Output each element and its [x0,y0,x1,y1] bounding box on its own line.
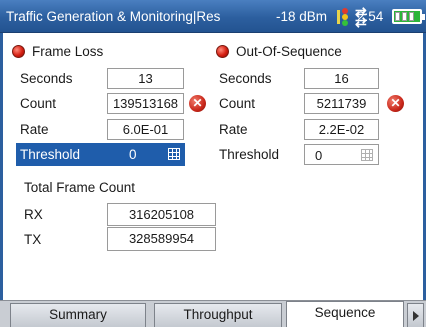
alarm-led-icon [216,45,229,58]
frame-loss-label: Frame Loss [32,44,104,59]
rx-label: RX [24,207,43,222]
tab-throughput[interactable]: Throughput [154,303,282,327]
left-border [0,33,3,300]
oos-count-value: 5211739 [304,93,379,114]
oos-seconds-value: 16 [304,68,379,89]
oos-rate-label: Rate [219,122,248,137]
clear-frame-loss-icon[interactable]: ✕ [189,95,206,112]
tab-scroll-right-icon[interactable] [407,303,424,327]
total-frame-count-label: Total Frame Count [24,180,136,195]
power-readout: -18 dBm [276,9,328,24]
frame-loss-count-label: Count [20,96,57,111]
oos-threshold-label: Threshold [219,147,280,162]
oos-count-label: Count [219,96,256,111]
tx-value: 328589954 [107,227,216,251]
alarm-led-icon [12,45,25,58]
frame-loss-seconds-label: Seconds [20,71,73,86]
tab-sequence[interactable]: Sequence [286,301,404,327]
oos-threshold-value: 0 [315,148,323,163]
tx-label: TX [24,232,42,247]
oos-rate-value: 2.2E-02 [304,119,379,140]
tab-bar: Summary Throughput Sequence [0,300,426,327]
frame-loss-rate-label: Rate [20,122,49,137]
keypad-icon[interactable] [168,148,180,160]
battery-icon [392,9,425,24]
frame-loss-rate-value: 6.0E-01 [107,119,184,140]
out-of-sequence-label: Out-Of-Sequence [236,44,342,59]
rx-value: 316205108 [107,203,216,226]
traffic-light-icon [337,7,351,27]
frame-loss-threshold-row[interactable]: Threshold 0 [16,143,185,166]
app-window: Traffic Generation & Monitoring|Res -18 … [0,0,426,327]
oos-seconds-label: Seconds [219,71,272,86]
frame-loss-threshold-label: Threshold [20,147,81,162]
clear-out-of-sequence-icon[interactable]: ✕ [387,95,404,112]
window-title: Traffic Generation & Monitoring|Res [6,9,221,24]
frame-loss-count-value: 139513168 [107,93,184,114]
tab-summary[interactable]: Summary [10,303,146,327]
keypad-icon[interactable] [361,149,373,161]
frame-loss-threshold-value[interactable]: 0 [129,147,137,162]
frame-loss-header: Frame Loss [12,44,103,59]
frame-loss-seconds-value: 13 [107,68,184,89]
clock: 2:54 [357,9,384,24]
oos-threshold-input[interactable]: 0 [304,144,379,165]
out-of-sequence-header: Out-Of-Sequence [216,44,342,59]
title-bar: Traffic Generation & Monitoring|Res -18 … [0,0,426,33]
